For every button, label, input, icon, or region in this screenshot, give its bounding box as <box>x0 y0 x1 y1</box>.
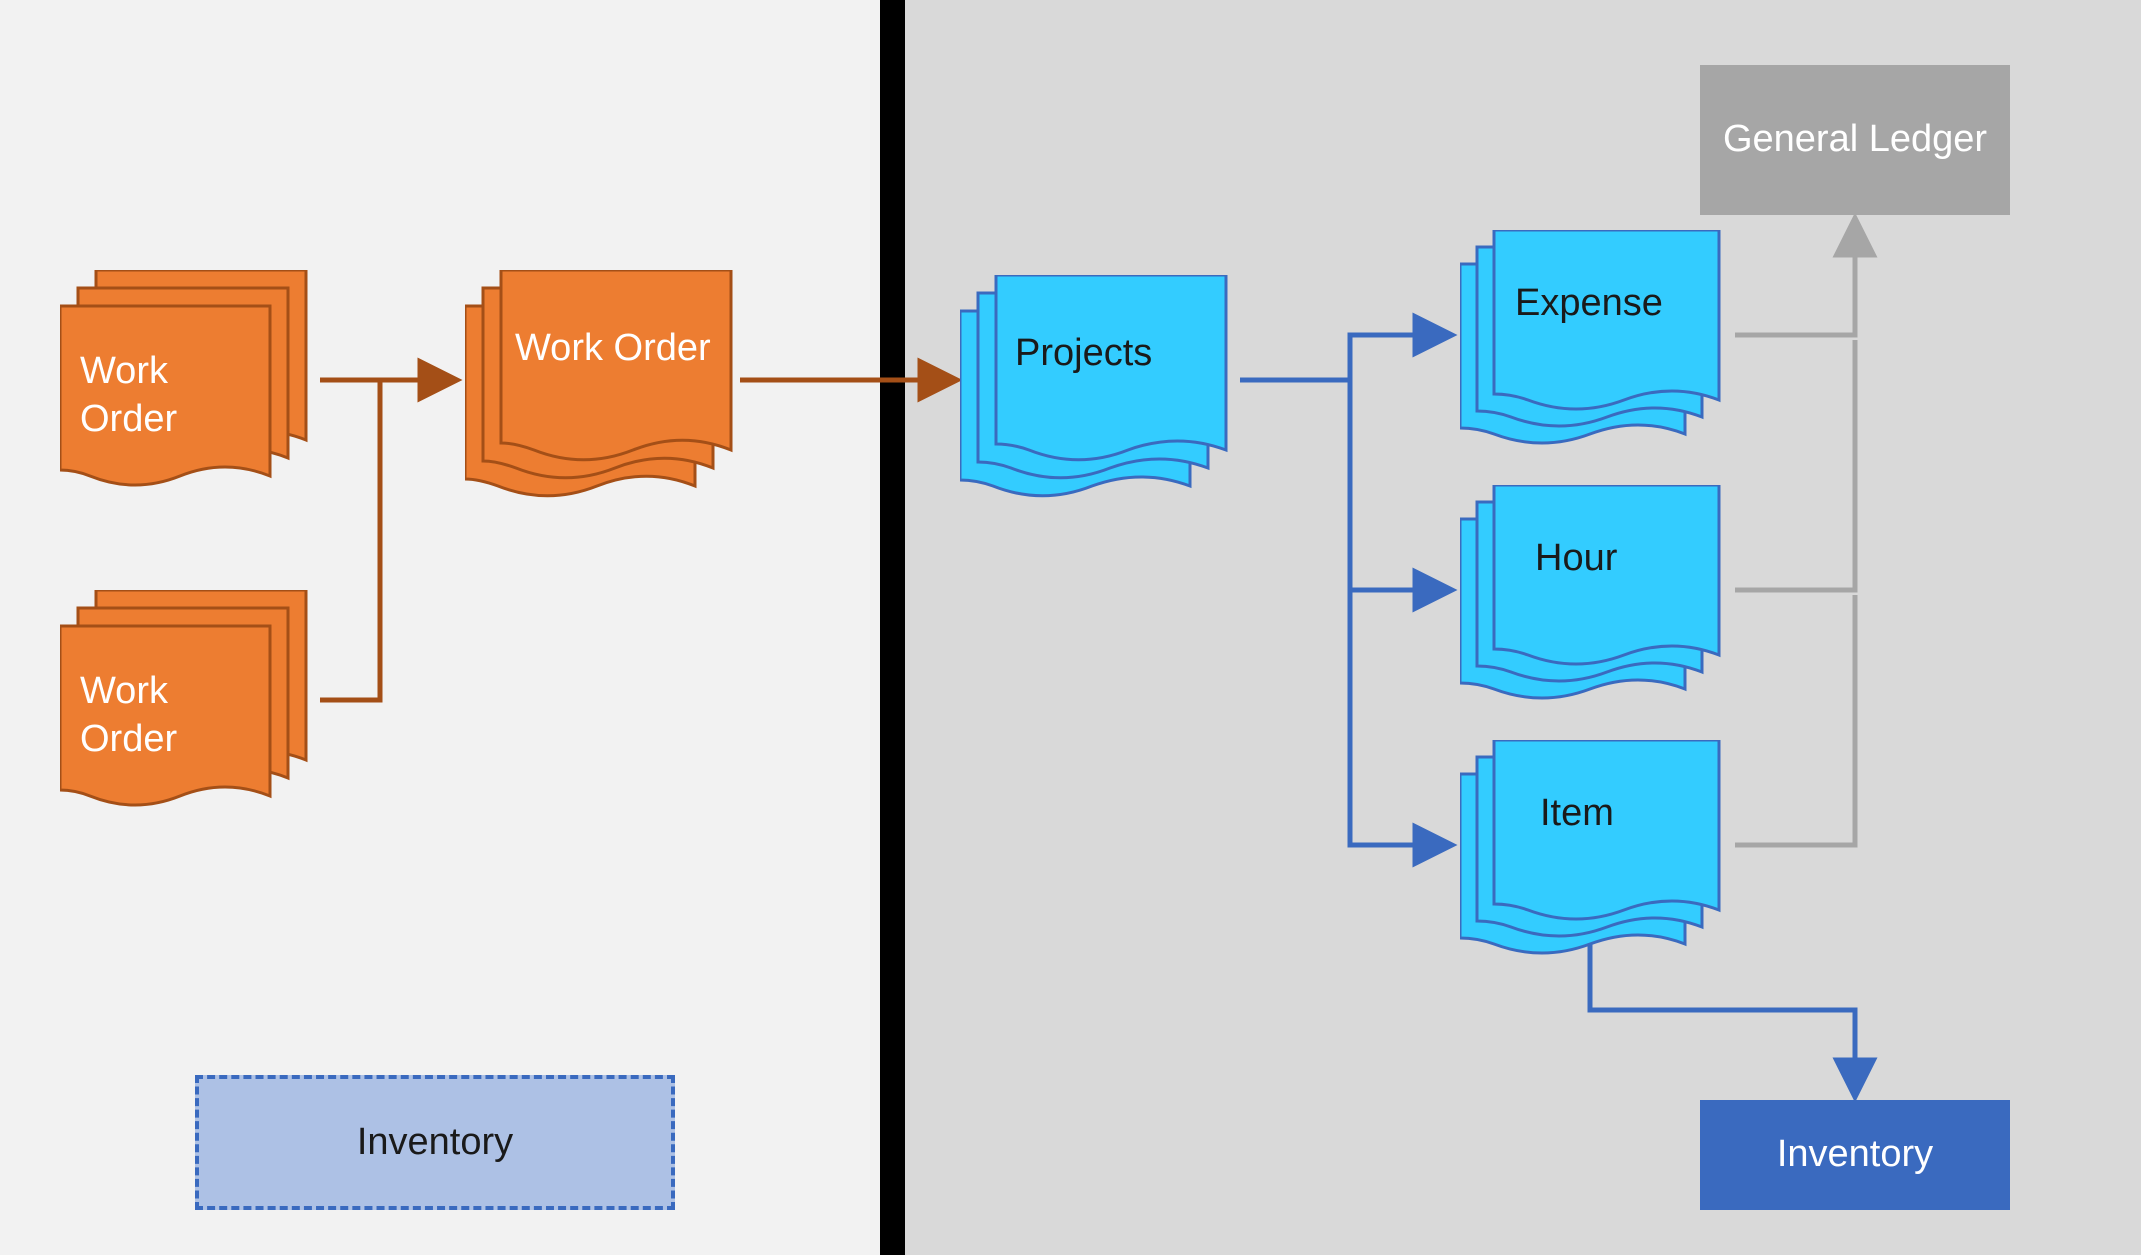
projects-node: Projects <box>960 275 1240 510</box>
document-stack-icon <box>465 270 745 510</box>
hour-label: Hour <box>1535 535 1617 583</box>
work-order-node-1: Work Order <box>60 270 320 500</box>
work-order-2-label: Work Order <box>80 668 260 763</box>
item-label: Item <box>1540 790 1614 838</box>
work-order-1-label: Work Order <box>80 348 260 443</box>
general-ledger-label: General Ledger <box>1723 116 1987 164</box>
inventory-right-label: Inventory <box>1777 1131 1933 1179</box>
item-node: Item <box>1460 740 1735 965</box>
vertical-divider <box>880 0 905 1255</box>
inventory-left-node: Inventory <box>195 1075 675 1210</box>
projects-label: Projects <box>1015 330 1152 378</box>
document-stack-icon <box>1460 485 1735 710</box>
document-stack-icon <box>1460 230 1735 455</box>
expense-label: Expense <box>1515 280 1663 328</box>
document-stack-icon <box>1460 740 1735 965</box>
general-ledger-node: General Ledger <box>1700 65 2010 215</box>
work-order-node-2: Work Order <box>60 590 320 820</box>
hour-node: Hour <box>1460 485 1735 710</box>
work-order-main-label: Work Order <box>515 325 711 373</box>
inventory-right-node: Inventory <box>1700 1100 2010 1210</box>
expense-node: Expense <box>1460 230 1735 455</box>
diagram-canvas: Work Order Work Order Work Order Project… <box>0 0 2141 1255</box>
inventory-left-label: Inventory <box>357 1119 513 1167</box>
work-order-node-main: Work Order <box>465 270 745 510</box>
document-stack-icon <box>960 275 1240 510</box>
